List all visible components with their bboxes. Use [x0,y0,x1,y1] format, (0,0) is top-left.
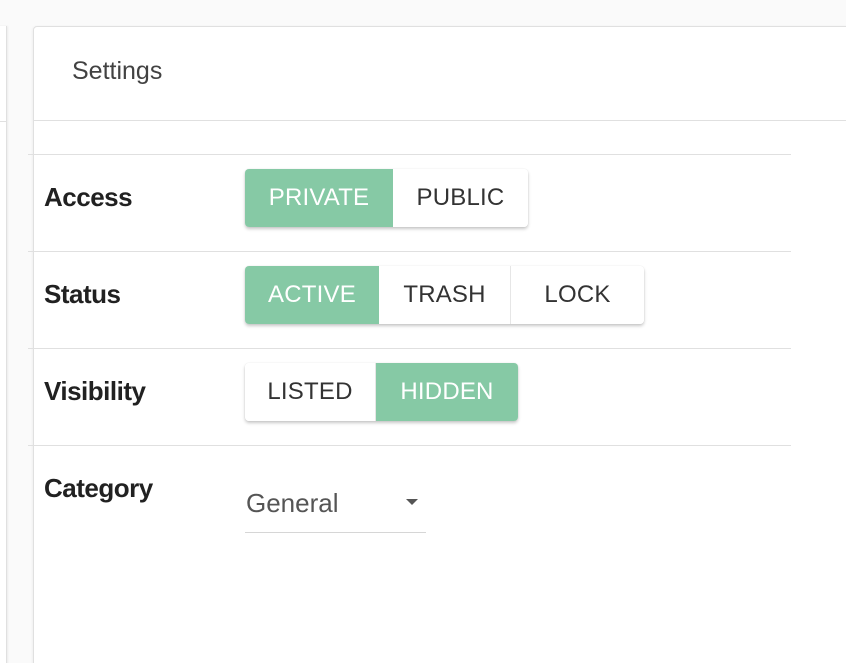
caret-down-icon[interactable] [406,499,418,505]
status-label: Status [44,279,121,309]
access-toggle-group: PRIVATE PUBLIC [245,169,528,227]
visibility-hidden-button[interactable]: HIDDEN [376,363,518,421]
status-toggle-group: ACTIVE TRASH LOCK [245,266,644,324]
left-panel-divider [0,121,7,122]
access-public-button[interactable]: PUBLIC [393,169,528,227]
status-row: Status ACTIVE TRASH LOCK [28,252,791,349]
visibility-label: Visibility [44,376,146,406]
access-label: Access [44,182,133,212]
visibility-listed-button[interactable]: LISTED [245,363,376,421]
visibility-toggle-group: LISTED HIDDEN [245,363,518,421]
visibility-row: Visibility LISTED HIDDEN [28,349,791,446]
category-row: Category General [28,446,791,556]
category-select[interactable]: General [245,474,426,533]
status-trash-button[interactable]: TRASH [379,266,511,324]
access-private-button[interactable]: PRIVATE [245,169,393,227]
access-row: Access PRIVATE PUBLIC [28,155,791,252]
category-label: Category [44,473,153,503]
settings-card-header: Settings [34,27,846,121]
settings-title: Settings [72,57,163,85]
page: Settings Access PRIVATE PUBLIC Status AC… [0,0,846,663]
status-lock-button[interactable]: LOCK [511,266,644,324]
status-active-button[interactable]: ACTIVE [245,266,379,324]
settings-rows: Access PRIVATE PUBLIC Status ACTIVE TRAS… [28,154,791,556]
category-selected-value: General [246,488,339,518]
